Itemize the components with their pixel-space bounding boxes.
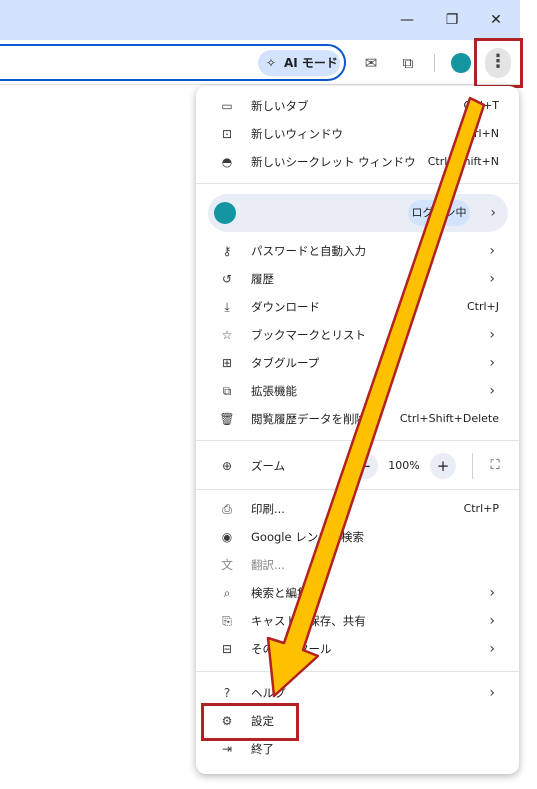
zoom-icon: ⊕: [221, 459, 233, 473]
chevron-right-icon: ›: [489, 685, 495, 701]
zoom-out-button[interactable]: −: [352, 453, 378, 479]
google-lens-icon: ◉: [221, 530, 233, 544]
menu-profile-row[interactable]: ログイン中 ›: [208, 194, 508, 232]
menu-item-more-tools[interactable]: ⊟ その他のツール ›: [196, 635, 519, 663]
toolbox-icon: ⊟: [221, 642, 233, 656]
gear-icon: ⚙: [221, 714, 233, 728]
menu-item-lens[interactable]: ◉ Google レンズで検索: [196, 523, 519, 551]
menu-item-bookmarks[interactable]: ☆ ブックマークとリスト ›: [196, 321, 519, 349]
chevron-right-icon: ›: [489, 383, 495, 399]
chevron-right-icon: ›: [490, 205, 496, 221]
chevron-right-icon: ›: [489, 327, 495, 343]
new-tab-icon: ▭: [221, 99, 233, 113]
chevron-right-icon: ›: [489, 243, 495, 259]
incognito-icon: ◓: [221, 155, 233, 169]
zoom-level: 100%: [388, 459, 420, 472]
help-icon: ?: [223, 686, 231, 700]
extensions-puzzle-icon[interactable]: ⧉: [397, 52, 419, 74]
chevron-right-icon: ›: [489, 585, 495, 601]
menu-divider: [196, 440, 519, 441]
find-in-page-icon: ⌕: [223, 586, 231, 600]
chrome-menu-button[interactable]: ⋮: [485, 48, 511, 78]
menu-item-new-tab[interactable]: ▭ 新しいタブ Ctrl+T: [196, 92, 519, 120]
mail-icon[interactable]: ✉: [360, 52, 382, 74]
menu-item-settings[interactable]: ⚙ 設定: [196, 707, 519, 735]
profile-avatar-menu: [214, 202, 236, 224]
star-icon: ☆: [221, 328, 233, 342]
ai-mode-button[interactable]: ✧ AI モード: [258, 50, 340, 76]
restore-icon[interactable]: ❐: [442, 10, 462, 30]
chevron-right-icon: ›: [489, 641, 495, 657]
menu-item-tab-groups[interactable]: ⊞ タブグループ ›: [196, 349, 519, 377]
chrome-main-menu: ▭ 新しいタブ Ctrl+T ⊡ 新しいウィンドウ Ctrl+N ◓ 新しいシー…: [196, 86, 519, 774]
fullscreen-icon[interactable]: ⛶: [482, 453, 508, 479]
menu-item-find-edit[interactable]: ⌕ 検索と編集 ›: [196, 579, 519, 607]
menu-item-history[interactable]: ↺ 履歴 ›: [196, 265, 519, 293]
translate-icon: 文: [220, 558, 233, 572]
chevron-right-icon: ›: [489, 613, 495, 629]
menu-item-print[interactable]: ⎙ 印刷... Ctrl+P: [196, 495, 519, 523]
exit-icon: ⇥: [221, 742, 233, 756]
menu-item-extensions[interactable]: ⧉ 拡張機能 ›: [196, 377, 519, 405]
history-icon: ↺: [221, 272, 233, 286]
menu-item-new-incognito[interactable]: ◓ 新しいシークレット ウィンドウ Ctrl+Shift+N: [196, 148, 519, 176]
zoom-in-button[interactable]: +: [430, 453, 456, 479]
toolbar-separator: [434, 54, 435, 72]
menu-item-downloads[interactable]: ⤓ ダウンロード Ctrl+J: [196, 293, 519, 321]
zoom-separator: [472, 453, 473, 479]
menu-divider: [196, 671, 519, 672]
key-icon: ⚷: [222, 244, 232, 258]
chevron-right-icon: ›: [489, 355, 495, 371]
minimize-icon[interactable]: —: [397, 10, 417, 30]
trash-icon: 🗑: [219, 412, 235, 426]
ai-sparkle-search-icon: ✧: [266, 56, 277, 70]
menu-item-new-window[interactable]: ⊡ 新しいウィンドウ Ctrl+N: [196, 120, 519, 148]
menu-divider: [196, 183, 519, 184]
menu-item-cast-save-share[interactable]: ⎘ キャスト、保存、共有 ›: [196, 607, 519, 635]
signed-in-badge: ログイン中: [408, 200, 470, 226]
toolbar: ✧ AI モード ✉ ⧉: [0, 40, 520, 85]
menu-item-translate[interactable]: 文 翻訳...: [196, 551, 519, 579]
menu-item-help[interactable]: ? ヘルプ ›: [196, 679, 519, 707]
download-icon: ⤓: [224, 300, 230, 314]
cast-save-share-icon: ⎘: [222, 614, 232, 628]
extensions-puzzle-icon: ⧉: [222, 384, 232, 398]
menu-divider: [196, 489, 519, 490]
menu-item-passwords[interactable]: ⚷ パスワードと自動入力 ›: [196, 237, 519, 265]
profile-avatar[interactable]: [451, 53, 471, 73]
tab-groups-icon: ⊞: [221, 356, 233, 370]
close-icon[interactable]: ✕: [486, 10, 506, 30]
new-window-icon: ⊡: [221, 127, 233, 141]
printer-icon: ⎙: [222, 502, 232, 516]
menu-item-clear-data[interactable]: 🗑 閲覧履歴データを削除 Ctrl+Shift+Delete: [196, 405, 519, 433]
menu-item-exit[interactable]: ⇥ 終了: [196, 735, 519, 763]
title-bar: — ❐ ✕: [0, 0, 520, 40]
ai-mode-label: AI モード: [284, 56, 338, 70]
chevron-right-icon: ›: [489, 271, 495, 287]
